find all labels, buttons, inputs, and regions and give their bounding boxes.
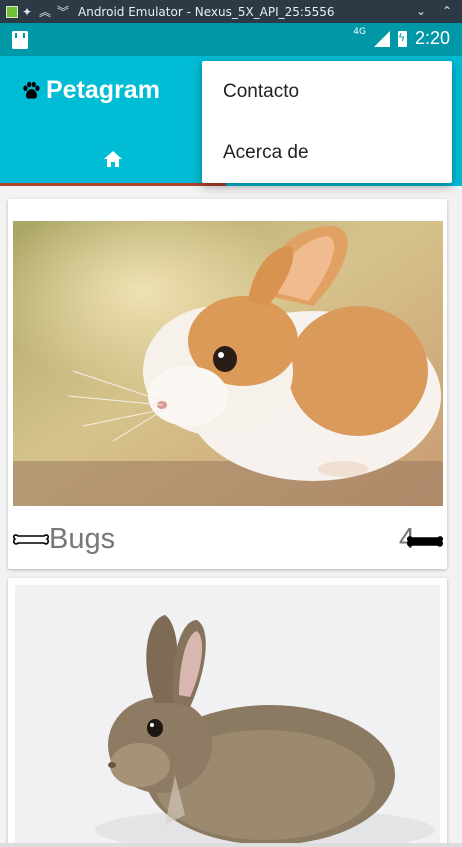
home-icon	[104, 151, 122, 167]
paw-icon	[23, 81, 40, 99]
rabbit-photo-1	[13, 221, 443, 506]
emulator-app-icon	[6, 5, 18, 18]
battery-charging-icon	[397, 30, 407, 47]
sd-card-icon	[12, 30, 28, 49]
pet-card-footer: Bugs 4	[13, 521, 443, 565]
overflow-menu: Contacto Acerca de	[202, 61, 452, 183]
emulator-title-bar: ✦ ︽ ︾ Android Emulator - Nexus_5X_API_25…	[0, 0, 462, 23]
menu-item-contacto[interactable]: Contacto	[202, 61, 452, 122]
app-brand: Petagram	[20, 76, 160, 105]
network-type: 4G	[353, 26, 366, 37]
minimize-icon[interactable]: ⌄	[412, 2, 430, 20]
pet-card[interactable]	[8, 578, 447, 847]
pin-icon[interactable]: ✦	[18, 3, 36, 21]
pet-card[interactable]: Bugs 4	[8, 199, 447, 569]
tab-home[interactable]	[100, 146, 126, 172]
bone-outline-icon[interactable]	[13, 531, 49, 549]
bottom-edge	[0, 843, 462, 847]
window-title: Android Emulator - Nexus_5X_API_25:5556	[78, 4, 335, 19]
keep-above-icon[interactable]: ︽	[36, 3, 54, 21]
menu-item-acerca-de[interactable]: Acerca de	[202, 122, 452, 183]
pet-photo	[13, 221, 443, 506]
maximize-icon[interactable]: ⌃	[438, 2, 456, 20]
rabbit-photo-2	[15, 585, 440, 847]
signal-icon	[373, 30, 390, 47]
status-clock: 2:20	[414, 28, 450, 48]
pet-name: Bugs	[49, 523, 116, 555]
keep-below-icon[interactable]: ︾	[54, 3, 72, 21]
status-bar: 4G 2:20	[0, 23, 462, 56]
pet-photo	[15, 585, 440, 847]
app-title: Petagram	[46, 76, 160, 104]
bone-filled-icon	[407, 536, 443, 547]
pet-list[interactable]: Bugs 4	[0, 186, 462, 847]
